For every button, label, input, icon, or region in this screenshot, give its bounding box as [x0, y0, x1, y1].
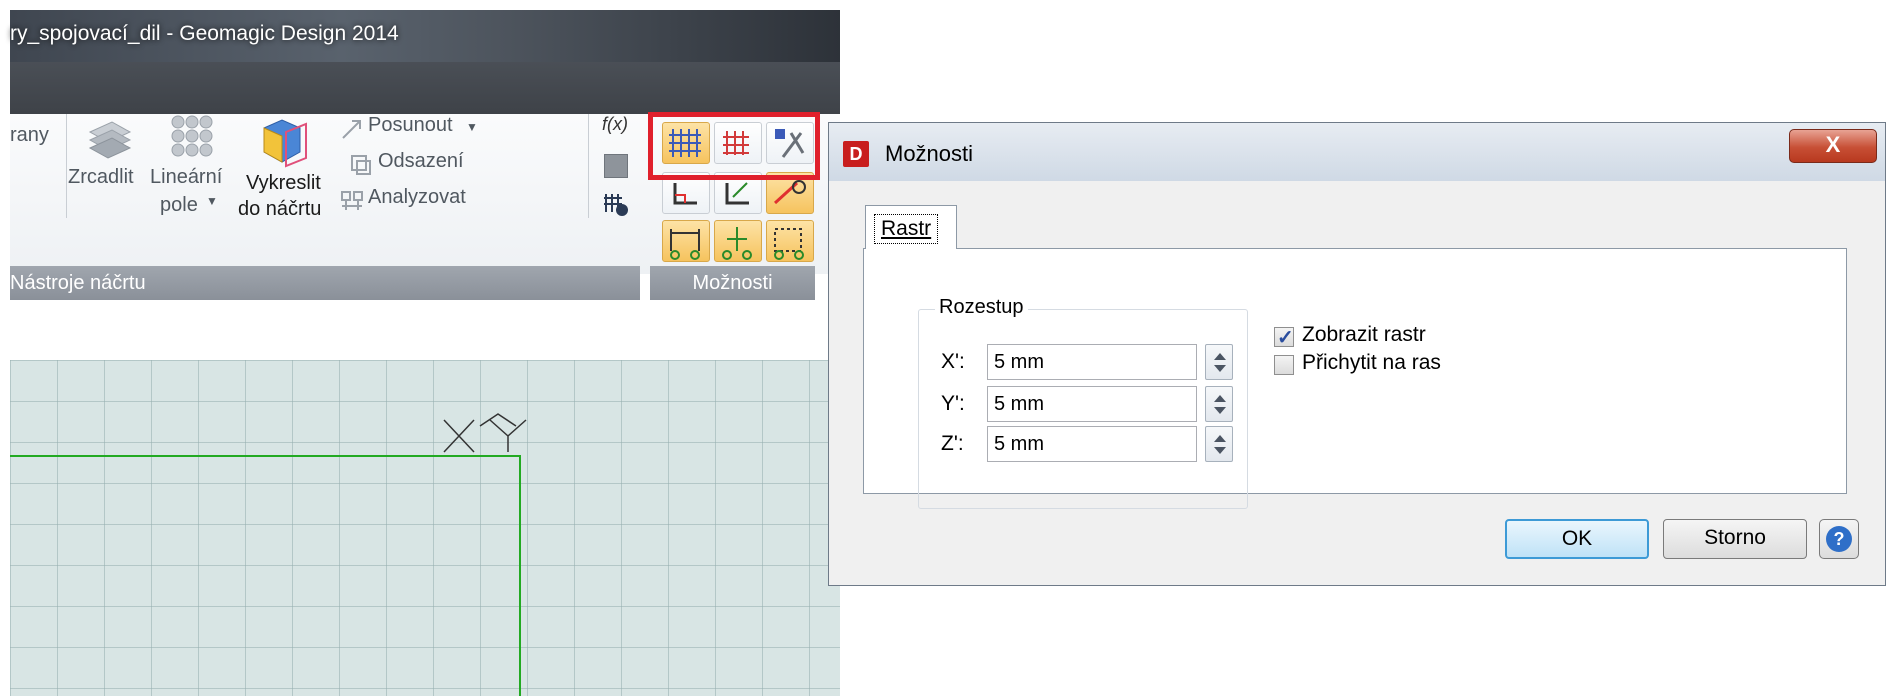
mirror-icon [88, 121, 132, 159]
ribbon-separator [588, 114, 589, 218]
app-logo-icon: D [843, 141, 869, 167]
spin-up-icon [1214, 395, 1226, 402]
posunout-button[interactable]: Posunout ▼ [340, 114, 490, 148]
offset-icon [351, 155, 371, 175]
chevron-down-icon: ▼ [206, 194, 218, 208]
linearni-label-1: Lineární [150, 166, 223, 188]
posunout-label: Posunout [368, 114, 453, 136]
rozestup-legend: Rozestup [935, 296, 1028, 319]
move-icon [342, 120, 361, 139]
z-spacing-input[interactable]: 5 mm [987, 426, 1197, 462]
odsazeni-label: Odsazení [378, 150, 464, 172]
spin-up-icon [1214, 353, 1226, 360]
ribbon-group-bar-moznosti: Možnosti [650, 266, 815, 300]
ribbon-group-bar: Nástroje náčrtu [10, 266, 640, 300]
dialog-title: Možnosti [885, 141, 974, 166]
sketch-grid-canvas[interactable] [10, 360, 840, 696]
ribbon-separator [66, 114, 67, 218]
zobrazit-rastr-label: Zobrazit rastr [1302, 323, 1426, 346]
app-title-bar: ry_spojovací_dil - Geomagic Design 2014 [10, 10, 840, 62]
grid-settings-icon[interactable] [602, 190, 630, 218]
zrcadlit-button[interactable]: Zrcadlit [68, 114, 148, 264]
analyzovat-label: Analyzovat [368, 186, 466, 208]
fx-button[interactable]: f(x) [602, 114, 628, 135]
snap-button-3[interactable] [766, 220, 814, 262]
tab-rastr-label: Rastr [874, 214, 939, 244]
sketch-geometry [10, 413, 527, 696]
xy-origin-icon [443, 413, 527, 453]
z-label: Z': [941, 432, 964, 455]
moznosti-dialog: D Možnosti X Rastr Rozestup X': 5 mm Y':… [828, 122, 1886, 586]
x-label: X': [941, 350, 965, 373]
dialog-title-bar[interactable]: D Možnosti X [829, 123, 1885, 181]
sketch-line [10, 455, 521, 696]
ribbon-cut-label: rany [10, 124, 49, 146]
zobrazit-rastr-checkbox[interactable]: ✓ [1274, 327, 1294, 349]
chevron-down-icon: ▼ [466, 120, 478, 134]
vykreslit-label-1: Vykreslit [246, 172, 321, 194]
vykreslit-label-2: do náčrtu [238, 198, 322, 220]
tab-rastr[interactable]: Rastr [865, 205, 957, 249]
group-nastroje-nacrtu: Nástroje náčrtu [10, 272, 146, 294]
y-label: Y': [941, 392, 965, 415]
snap-points-icon [774, 228, 804, 260]
odsazeni-button[interactable]: Odsazení [350, 148, 490, 182]
app-title: ry_spojovací_dil - Geomagic Design 2014 [10, 22, 399, 45]
x-spin-button[interactable] [1205, 344, 1233, 380]
snap-button-1[interactable] [662, 220, 710, 262]
linear-pattern-icon [171, 115, 213, 157]
group-moznosti: Možnosti [692, 272, 773, 294]
analyzovat-button[interactable]: Analyzovat [340, 184, 490, 218]
rastr-tab-panel: Rozestup X': 5 mm Y': 5 mm Z': 5 mm ✓ Zo… [863, 248, 1847, 509]
grid-gray-icon[interactable] [604, 154, 628, 178]
linearni-pole-button[interactable]: Lineární pole ▼ [150, 114, 234, 264]
storno-button[interactable]: Storno [1663, 519, 1807, 559]
rozestup-group: Rozestup X': 5 mm Y': 5 mm Z': 5 mm [918, 296, 1248, 509]
screenshot-stage: ry_spojovací_dil - Geomagic Design 2014 … [0, 0, 1886, 696]
spin-up-icon [1214, 435, 1226, 442]
geomagic-app-window: ry_spojovací_dil - Geomagic Design 2014 … [0, 0, 840, 696]
x-spacing-input[interactable]: 5 mm [987, 344, 1197, 380]
linearni-label-2: pole [160, 194, 198, 216]
prichytit-label: Přichytit na ras [1302, 351, 1441, 374]
ribbon-tab-strip [10, 62, 840, 114]
close-button[interactable]: X [1789, 129, 1877, 163]
project-to-sketch-icon [263, 119, 307, 168]
snap-horizontal-icon [670, 229, 700, 260]
snap-vertical-icon [722, 227, 752, 260]
help-button[interactable]: ? [1819, 519, 1859, 559]
checkmark-icon: ✓ [1277, 327, 1294, 349]
vykreslit-do-nacrtu-button[interactable]: Vykreslit do náčrtu [234, 114, 330, 264]
y-spin-button[interactable] [1205, 386, 1233, 422]
help-icon: ? [1826, 526, 1852, 552]
spin-down-icon [1214, 447, 1226, 454]
analyze-icon [341, 191, 363, 210]
snap-button-2[interactable] [714, 220, 762, 262]
spin-down-icon [1214, 407, 1226, 414]
prichytit-na-rastr-checkbox[interactable] [1274, 355, 1294, 375]
spin-down-icon [1214, 365, 1226, 372]
zrcadlit-label: Zrcadlit [68, 166, 134, 188]
ok-button[interactable]: OK [1505, 519, 1649, 559]
y-spacing-input[interactable]: 5 mm [987, 386, 1197, 422]
z-spin-button[interactable] [1205, 426, 1233, 462]
highlight-rectangle [648, 112, 820, 180]
